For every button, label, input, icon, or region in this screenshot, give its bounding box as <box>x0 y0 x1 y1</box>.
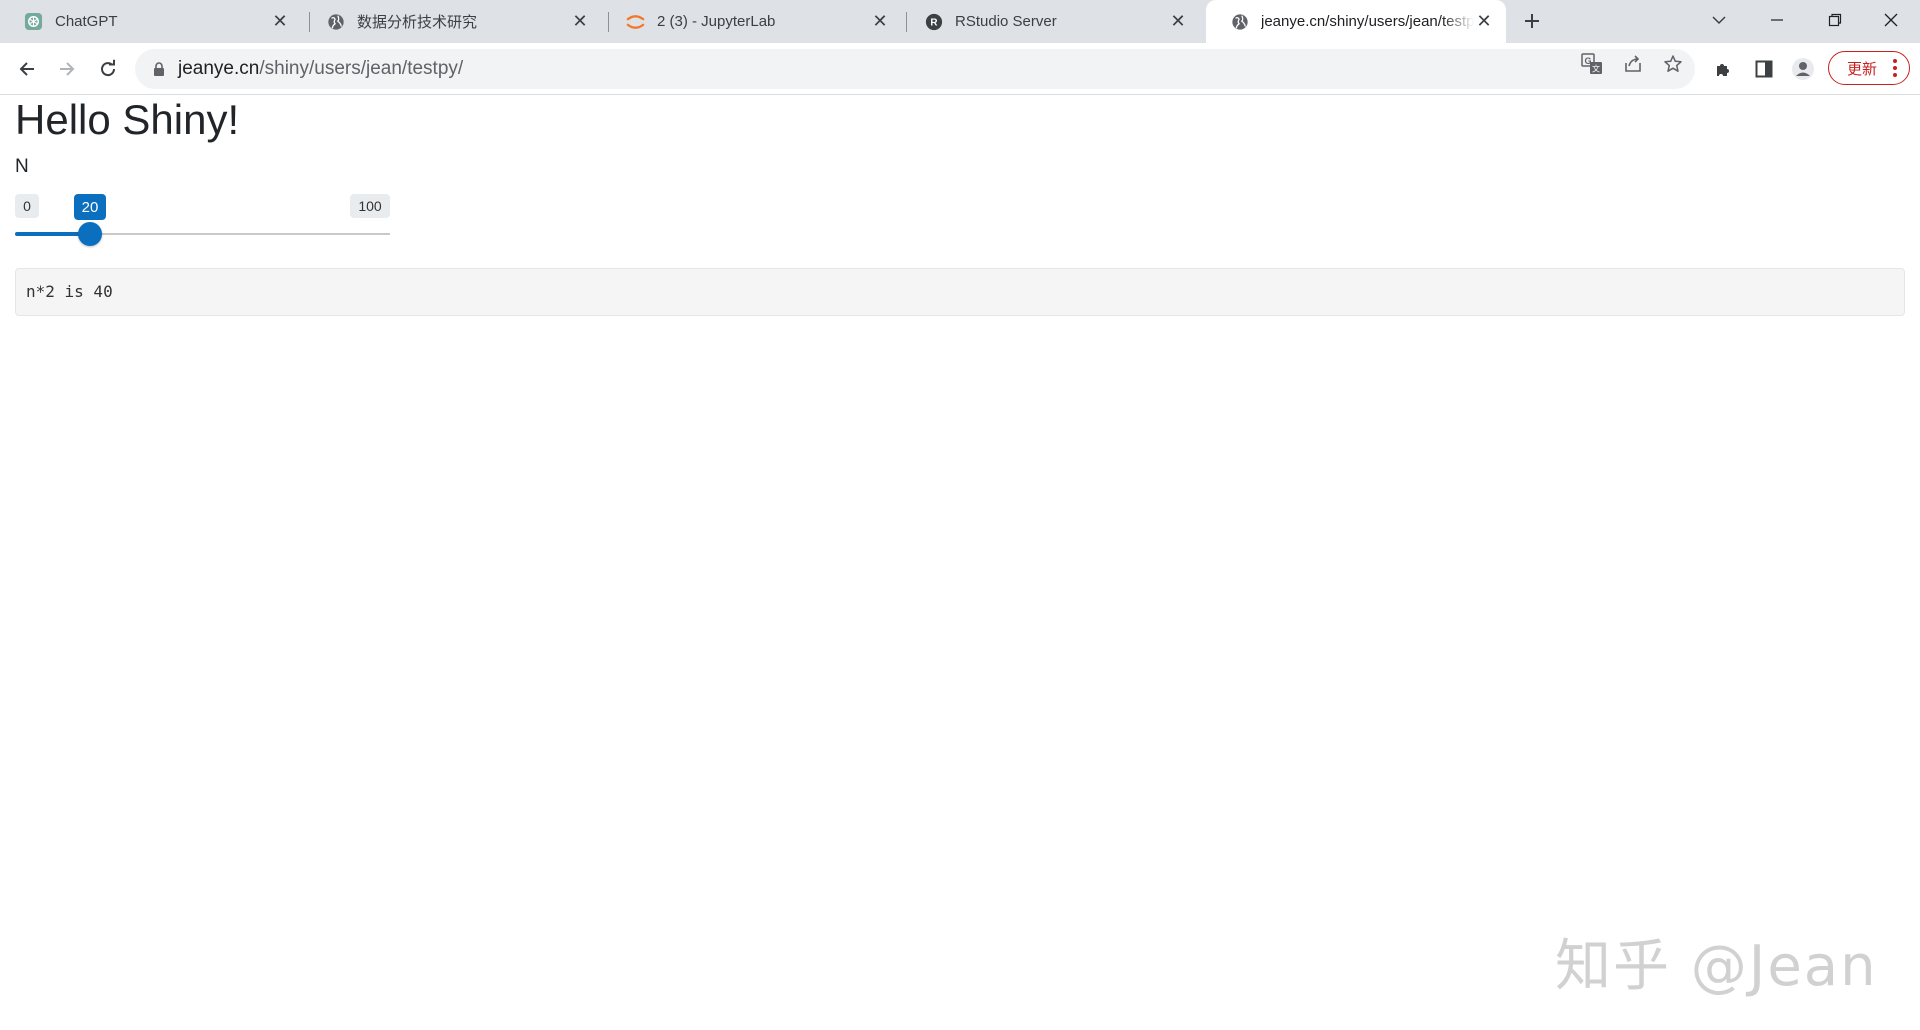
new-tab-button[interactable] <box>1518 7 1546 35</box>
tab-title: jeanye.cn/shiny/users/jean/testpy/ <box>1261 13 1474 30</box>
slider-min-label: 0 <box>15 194 39 218</box>
arrow-right-icon <box>60 62 75 76</box>
tab-title: 数据分析技术研究 <box>357 14 478 31</box>
close-icon <box>1884 13 1898 27</box>
globe-icon <box>1230 12 1249 31</box>
arrow-left-icon <box>19 62 34 76</box>
page-title: Hello Shiny! <box>15 96 240 143</box>
tab-rstudio[interactable]: R RStudio Server ✕ <box>900 0 1200 43</box>
svg-text:R: R <box>930 17 937 28</box>
bookmark-star-icon[interactable] <box>1661 52 1685 76</box>
text-output: n*2 is 40 <box>15 268 1905 316</box>
slider-label: N <box>15 156 29 177</box>
update-label: 更新 <box>1847 60 1878 78</box>
update-button[interactable]: 更新 <box>1828 51 1910 85</box>
chatgpt-icon <box>24 12 43 31</box>
minimize-icon <box>1771 19 1783 21</box>
more-vertical-icon <box>1893 59 1897 77</box>
watermark: 知乎 @Jean <box>1555 934 1878 999</box>
slider-max-label: 100 <box>350 194 390 218</box>
svg-text:文: 文 <box>1592 64 1600 74</box>
minimize-button[interactable] <box>1748 0 1806 40</box>
tab-jupyterlab[interactable]: 2 (3) - JupyterLab ✕ <box>602 0 902 43</box>
profile-avatar-icon[interactable] <box>1789 55 1817 83</box>
tab-strip: ChatGPT ✕ 数据分析技术研究 ✕ 2 (3) - JupyterLab … <box>0 0 1920 43</box>
close-window-button[interactable] <box>1862 0 1920 40</box>
lock-icon[interactable] <box>152 62 166 76</box>
tab-close-icon[interactable]: ✕ <box>1474 11 1494 32</box>
address-bar[interactable]: jeanye.cn/shiny/users/jean/testpy/ <box>135 49 1695 89</box>
restore-icon <box>1828 13 1842 27</box>
back-button[interactable] <box>10 52 44 86</box>
plus-icon <box>1525 14 1539 28</box>
tab-search-button[interactable] <box>1690 0 1748 40</box>
browser-toolbar: jeanye.cn/shiny/users/jean/testpy/ G文 更新 <box>0 43 1920 95</box>
globe-icon <box>326 12 345 31</box>
url-text[interactable]: jeanye.cn/shiny/users/jean/testpy/ <box>178 58 463 80</box>
tab-title: RStudio Server <box>955 13 1057 30</box>
tab-title: ChatGPT <box>55 13 118 30</box>
tab-close-icon[interactable]: ✕ <box>870 11 890 32</box>
chevron-down-icon <box>1712 16 1726 25</box>
n-slider[interactable]: 0 100 20 <box>15 194 390 254</box>
page-content: Hello Shiny! N 0 100 20 n*2 is 40 知乎 @Je… <box>0 96 1920 1030</box>
tab-data-analysis[interactable]: 数据分析技术研究 ✕ <box>302 0 602 43</box>
slider-handle[interactable] <box>78 222 102 246</box>
rstudio-icon: R <box>924 12 943 31</box>
tab-shiny-active[interactable]: jeanye.cn/shiny/users/jean/testpy/ ✕ <box>1206 0 1506 43</box>
url-host: jeanye.cn <box>178 58 260 79</box>
reload-icon <box>101 59 116 77</box>
tab-chatgpt[interactable]: ChatGPT ✕ <box>0 0 302 43</box>
slider-value-label: 20 <box>74 194 106 220</box>
url-path: /shiny/users/jean/testpy/ <box>259 58 464 79</box>
jupyter-icon <box>626 12 645 31</box>
extensions-icon[interactable] <box>1710 55 1738 83</box>
tab-title: 2 (3) - JupyterLab <box>657 13 776 30</box>
share-icon[interactable] <box>1621 52 1645 76</box>
tab-close-icon[interactable]: ✕ <box>1168 11 1188 32</box>
forward-button[interactable] <box>50 52 84 86</box>
tab-close-icon[interactable]: ✕ <box>570 11 590 32</box>
restore-button[interactable] <box>1806 0 1864 40</box>
side-panel-icon[interactable] <box>1750 55 1778 83</box>
tab-close-icon[interactable]: ✕ <box>270 11 290 32</box>
translate-icon[interactable]: G文 <box>1580 52 1604 76</box>
reload-button[interactable] <box>91 52 125 86</box>
